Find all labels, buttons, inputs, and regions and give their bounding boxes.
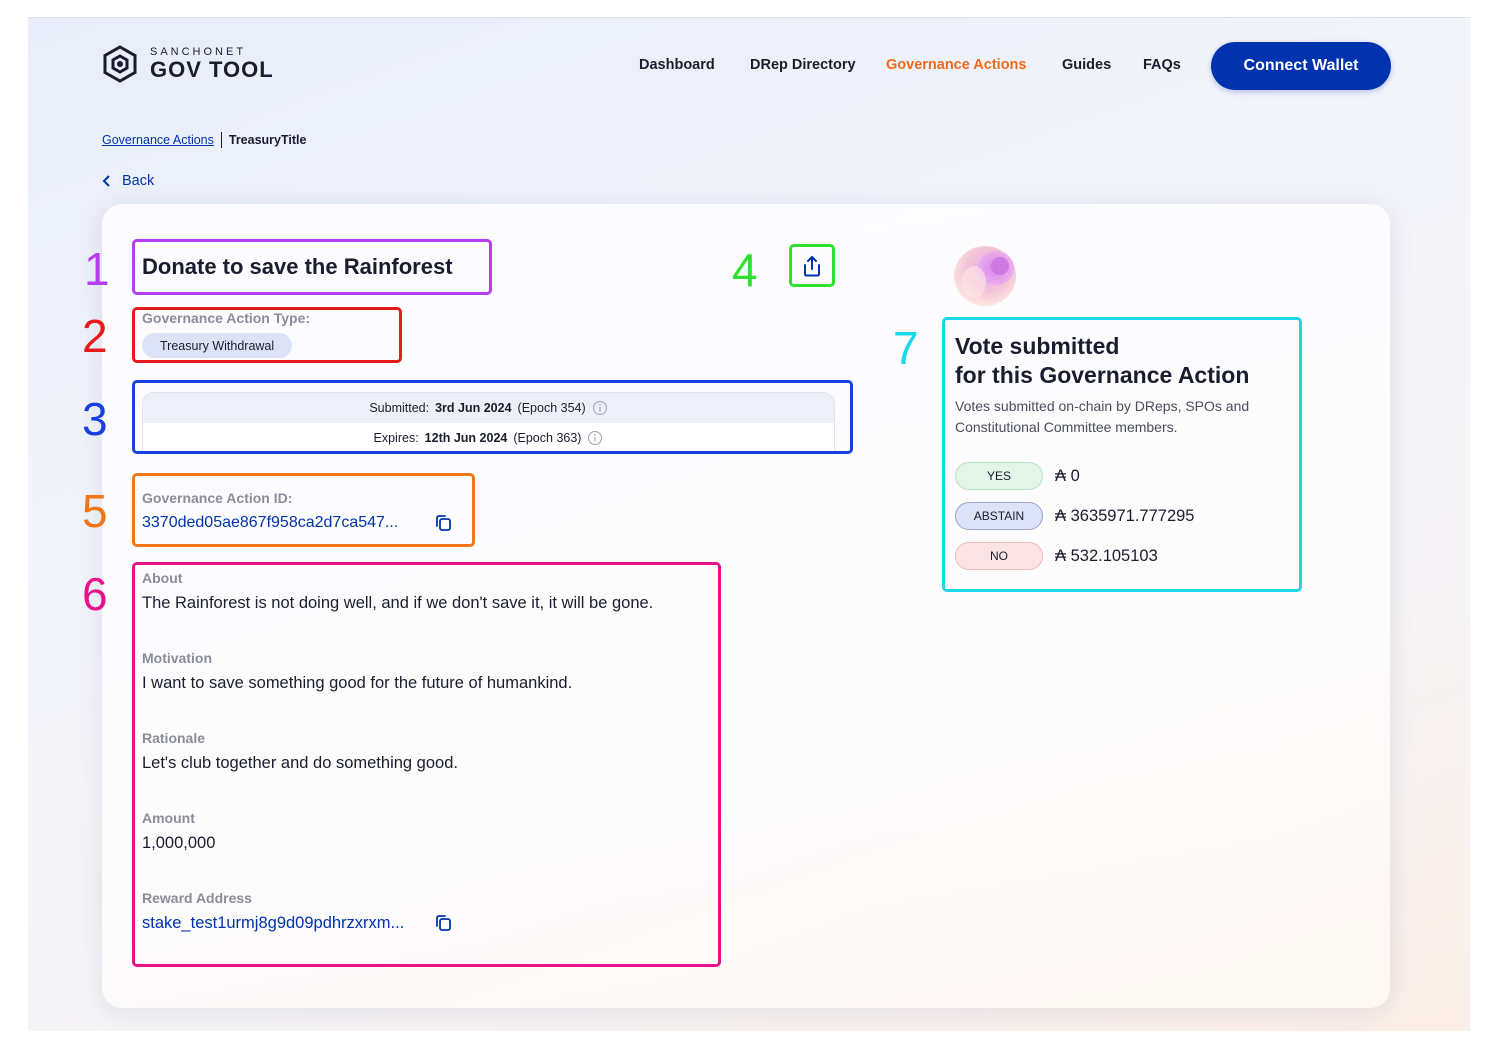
connect-wallet-button[interactable]: Connect Wallet (1211, 42, 1391, 90)
annotation-number-4: 4 (732, 244, 758, 296)
logo-app-name: GOV TOOL (150, 57, 274, 82)
back-link[interactable]: Back (102, 173, 154, 189)
govtool-logo-icon (103, 45, 137, 83)
breadcrumb: Governance Actions TreasuryTitle (102, 132, 306, 148)
annotation-box-6 (132, 562, 721, 967)
annotation-number-3: 3 (82, 393, 108, 445)
nav-dashboard[interactable]: Dashboard (639, 57, 715, 73)
nav-governance-actions[interactable]: Governance Actions (886, 57, 1026, 73)
back-label: Back (122, 173, 155, 189)
breadcrumb-current: TreasuryTitle (228, 133, 307, 147)
chevron-left-icon (102, 175, 110, 187)
logo[interactable]: SANCHONET GOV TOOL (100, 44, 274, 84)
annotation-number-6: 6 (82, 568, 108, 620)
annotation-number-1: 1 (84, 243, 110, 295)
breadcrumb-link-governance-actions[interactable]: Governance Actions (102, 133, 214, 147)
annotation-box-2 (132, 307, 402, 363)
annotation-number-2: 2 (82, 310, 108, 362)
annotation-box-3 (132, 380, 853, 454)
breadcrumb-divider (220, 132, 222, 148)
vote-orb-illustration (954, 246, 1016, 306)
annotation-number-5: 5 (82, 485, 108, 537)
nav-faqs[interactable]: FAQs (1143, 57, 1181, 73)
annotation-number-7: 7 (893, 322, 919, 374)
annotation-box-4 (789, 244, 835, 287)
annotation-box-5 (132, 473, 475, 547)
nav-guides[interactable]: Guides (1062, 57, 1111, 73)
annotation-box-7 (942, 317, 1302, 592)
nav-drep-directory[interactable]: DRep Directory (750, 57, 856, 73)
annotation-box-1 (132, 239, 492, 295)
